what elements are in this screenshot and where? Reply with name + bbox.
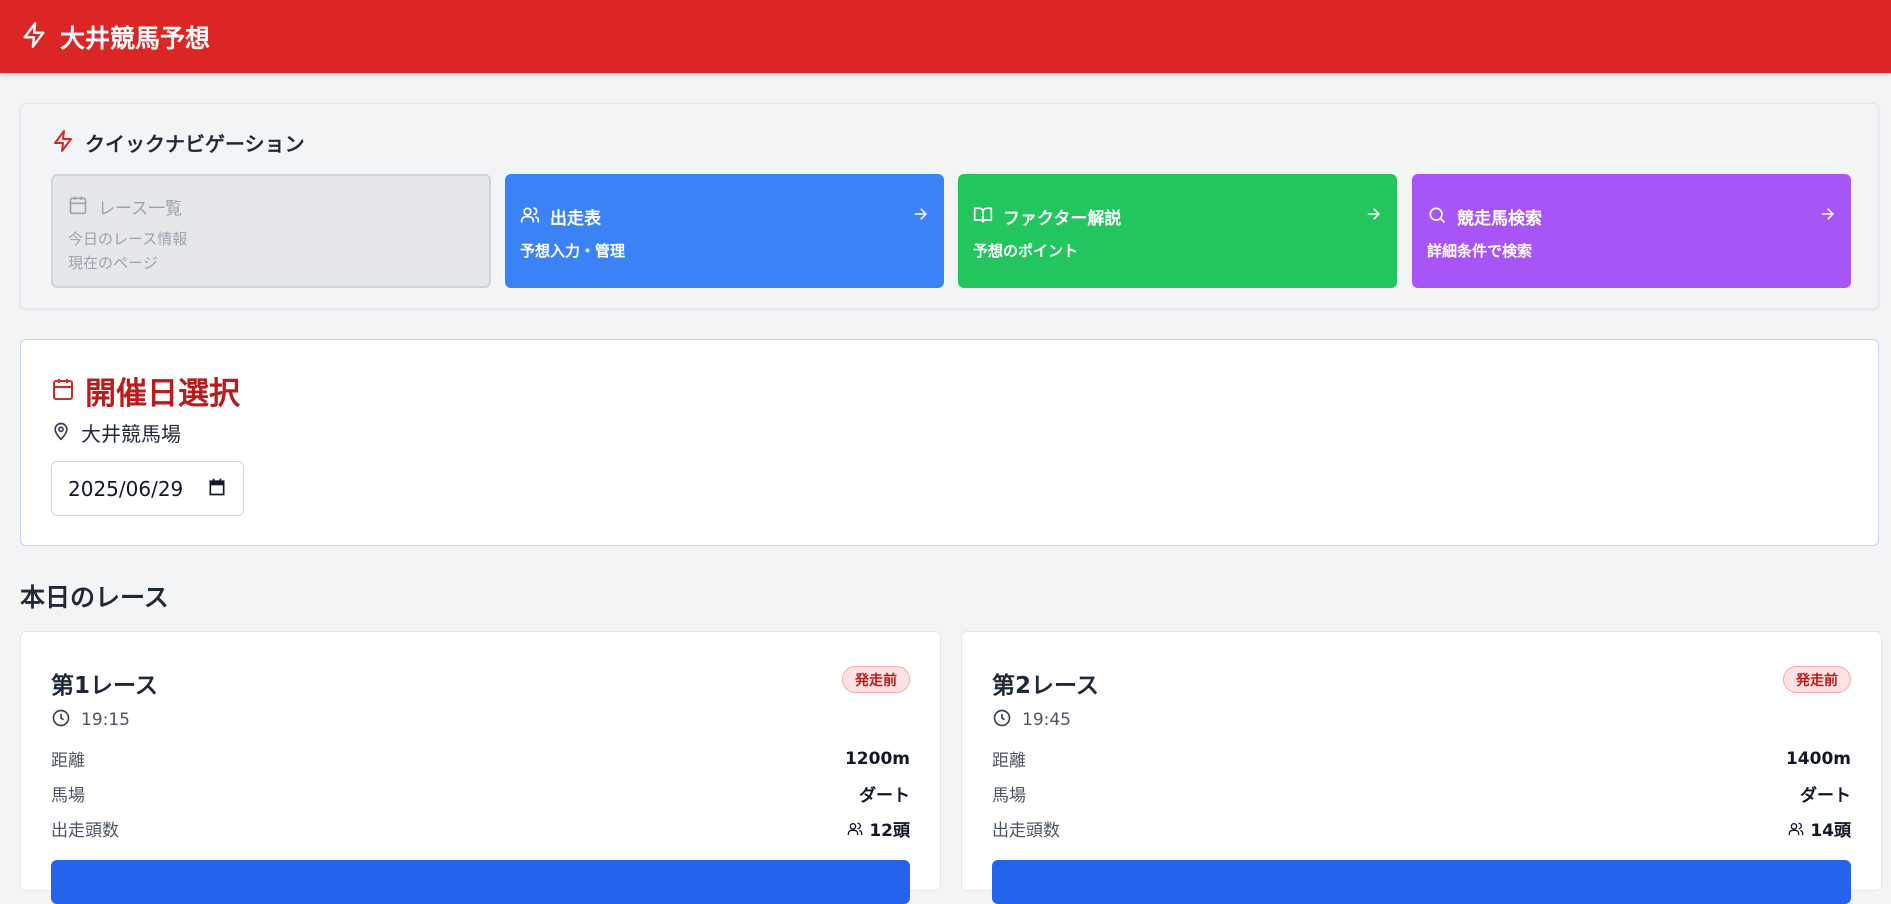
date-input[interactable]: 2025/06/29 bbox=[51, 461, 244, 516]
venue: 大井競馬場 bbox=[51, 418, 181, 447]
race-action-button[interactable] bbox=[51, 860, 910, 904]
users-icon bbox=[520, 205, 540, 229]
race-card: 第1レース 発走前 19:15 距離 1200m 馬場 ダート 出走頭数 12頭 bbox=[20, 631, 941, 904]
nav-card-horse-search[interactable]: 競走馬検索 詳細条件で検索 bbox=[1412, 174, 1851, 288]
nav-card-subtitle: 予想入力・管理 bbox=[520, 242, 626, 260]
search-icon bbox=[1427, 205, 1447, 229]
app-header: 大井競馬予想 bbox=[0, 0, 1891, 73]
distance-label: 距離 bbox=[51, 751, 85, 771]
calendar-icon bbox=[68, 195, 88, 219]
lightning-icon bbox=[20, 21, 48, 53]
nav-card-title: ファクター解説 bbox=[1003, 209, 1122, 229]
track-value: ダート bbox=[859, 786, 910, 806]
runners-value: 12頭 bbox=[847, 816, 910, 841]
track-value: ダート bbox=[1800, 786, 1851, 806]
race-runners-row: 出走頭数 14頭 bbox=[992, 816, 1851, 841]
race-time: 19:45 bbox=[992, 708, 1071, 732]
date-select-heading: 開催日選択 bbox=[51, 368, 240, 413]
quick-navigation-panel: クイックナビゲーション レース一覧 今日のレース情報 現在のページ 出走表 予想… bbox=[20, 103, 1879, 309]
book-icon bbox=[973, 205, 993, 229]
app-title: 大井競馬予想 bbox=[60, 23, 211, 53]
clock-icon bbox=[51, 708, 71, 732]
race-time-value: 19:45 bbox=[1022, 710, 1071, 730]
runners-count: 12頭 bbox=[869, 821, 910, 841]
clock-icon bbox=[992, 708, 1012, 732]
race-runners-row: 出走頭数 12頭 bbox=[51, 816, 910, 841]
runners-label: 出走頭数 bbox=[51, 821, 119, 841]
race-action-button[interactable] bbox=[992, 860, 1851, 904]
arrow-right-icon bbox=[1818, 205, 1836, 227]
nav-card-title: 競走馬検索 bbox=[1457, 209, 1542, 229]
today-races-title: 本日のレース bbox=[20, 583, 169, 612]
users-icon bbox=[1788, 821, 1804, 837]
nav-card-subtitle: 詳細条件で検索 bbox=[1427, 242, 1533, 260]
calendar-picker-icon[interactable] bbox=[207, 477, 227, 501]
nav-card-subtitle: 予想のポイント bbox=[973, 242, 1079, 260]
arrow-right-icon bbox=[1364, 205, 1382, 227]
distance-value: 1200m bbox=[844, 748, 910, 769]
race-time-value: 19:15 bbox=[81, 710, 130, 730]
date-select-title: 開催日選択 bbox=[85, 376, 240, 412]
nav-card-race-list[interactable]: レース一覧 今日のレース情報 現在のページ bbox=[51, 174, 491, 288]
nav-card-title: レース一覧 bbox=[98, 199, 183, 219]
runners-count: 14頭 bbox=[1810, 821, 1851, 841]
date-select-panel: 開催日選択 大井競馬場 2025/06/29 bbox=[20, 339, 1879, 546]
race-distance-row: 距離 1200m bbox=[51, 746, 910, 772]
quick-navigation-title: クイックナビゲーション bbox=[85, 132, 305, 156]
nav-card-factor-guide[interactable]: ファクター解説 予想のポイント bbox=[958, 174, 1397, 288]
distance-value: 1400m bbox=[1785, 748, 1851, 769]
runners-value: 14頭 bbox=[1788, 816, 1851, 841]
track-label: 馬場 bbox=[51, 786, 85, 806]
venue-name: 大井競馬場 bbox=[81, 422, 181, 446]
date-input-value: 2025/06/29 bbox=[68, 476, 184, 501]
nav-card-title: 出走表 bbox=[550, 209, 601, 229]
race-card: 第2レース 発走前 19:45 距離 1400m 馬場 ダート 出走頭数 14頭 bbox=[961, 631, 1882, 904]
quick-navigation-heading: クイックナビゲーション bbox=[51, 128, 305, 157]
lightning-icon bbox=[51, 129, 75, 157]
nav-card-current-page-label: 現在のページ bbox=[68, 254, 158, 272]
arrow-right-icon bbox=[911, 205, 929, 227]
track-label: 馬場 bbox=[992, 786, 1026, 806]
distance-label: 距離 bbox=[992, 751, 1026, 771]
race-track-row: 馬場 ダート bbox=[992, 781, 1851, 806]
race-name: 第1レース bbox=[51, 673, 158, 699]
race-track-row: 馬場 ダート bbox=[51, 781, 910, 806]
race-distance-row: 距離 1400m bbox=[992, 746, 1851, 772]
users-icon bbox=[847, 821, 863, 837]
status-badge: 発走前 bbox=[842, 666, 910, 693]
runners-label: 出走頭数 bbox=[992, 821, 1060, 841]
status-badge: 発走前 bbox=[1783, 666, 1851, 693]
nav-card-subtitle: 今日のレース情報 bbox=[68, 230, 188, 248]
calendar-icon bbox=[51, 377, 75, 405]
map-pin-icon bbox=[51, 421, 71, 445]
race-name: 第2レース bbox=[992, 673, 1099, 699]
race-time: 19:15 bbox=[51, 708, 130, 732]
nav-card-entries[interactable]: 出走表 予想入力・管理 bbox=[505, 174, 944, 288]
